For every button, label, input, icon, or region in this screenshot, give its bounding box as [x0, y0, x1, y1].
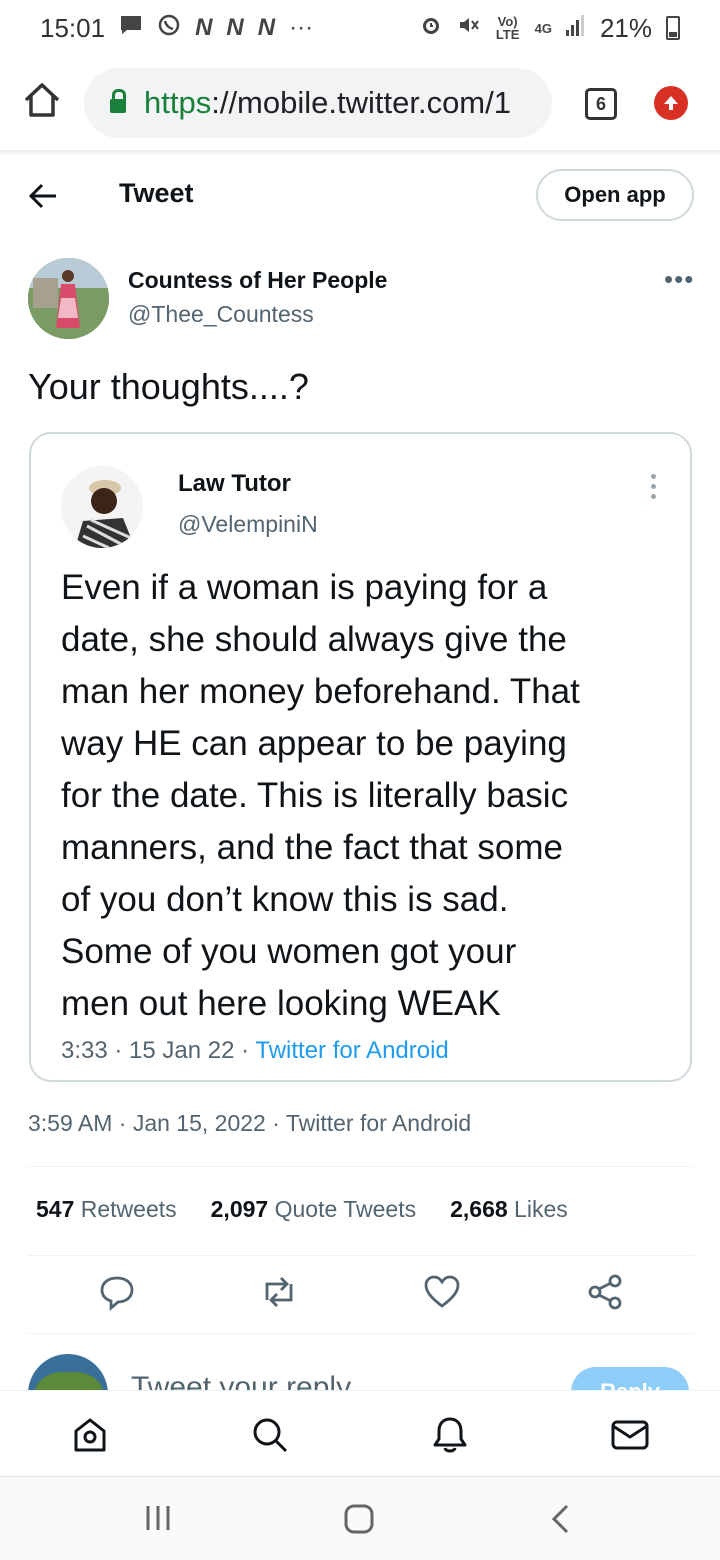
share-icon[interactable]: [585, 1272, 625, 1312]
tweet-text: Your thoughts....?: [28, 366, 309, 407]
home-system-icon[interactable]: [343, 1503, 375, 1540]
likes-stat[interactable]: 2,668 Likes: [450, 1196, 568, 1223]
messages-icon[interactable]: [610, 1415, 650, 1455]
mute-icon: [457, 13, 481, 44]
quoted-author-handle: @VelempiniN: [178, 511, 318, 537]
author-handle[interactable]: @Thee_Countess: [128, 301, 314, 328]
volte-indicator: Vo) LTE: [495, 14, 520, 42]
back-arrow-icon[interactable]: [28, 180, 58, 219]
quote-tweets-label: Quote Tweets: [274, 1196, 417, 1222]
divider: [28, 1333, 694, 1334]
divider: [28, 1255, 694, 1256]
home-icon[interactable]: [22, 80, 62, 120]
message-icon: [119, 14, 143, 43]
tabs-icon[interactable]: 6: [585, 88, 617, 120]
news-n-icon-1: N: [195, 14, 213, 41]
retweets-label: Retweets: [80, 1196, 177, 1222]
quoted-tweet-image[interactable]: Law Tutor @VelempiniN Even if a woman is…: [29, 432, 692, 1082]
recent-apps-icon[interactable]: [145, 1503, 171, 1538]
like-icon[interactable]: [422, 1272, 462, 1312]
quoted-tweet-text: Even if a woman is paying for a date, sh…: [61, 562, 676, 1030]
user-avatar: [28, 1354, 108, 1390]
retweet-icon[interactable]: [259, 1272, 299, 1312]
address-bar[interactable]: https://mobile.twitter.com/1: [84, 68, 552, 138]
url-scheme: https: [144, 85, 212, 120]
likes-count: 2,668: [450, 1196, 508, 1222]
quoted-line: way HE can appear to be paying: [61, 724, 567, 763]
tweet-timestamp: 3:59 AM · Jan 15, 2022 · Twitter for And…: [28, 1110, 472, 1136]
quoted-line: manners, and the fact that some: [61, 828, 563, 867]
tweet-actions: [0, 1272, 720, 1318]
quoted-tweet-meta: 3:33 · 15 Jan 22 · Twitter for Android: [61, 1037, 449, 1065]
author-name[interactable]: Countess of Her People: [128, 267, 387, 294]
tweet-header: Tweet Open app: [0, 162, 720, 228]
quoted-time: 3:33 · 15 Jan 22 ·: [61, 1037, 256, 1064]
reply-icon[interactable]: [97, 1272, 137, 1312]
retweets-count: 547: [36, 1196, 75, 1222]
url-text: ://mobile.twitter.com/1: [211, 85, 511, 120]
divider: [28, 1166, 694, 1167]
news-n-icon-2: N: [226, 14, 244, 41]
search-icon[interactable]: [250, 1415, 290, 1455]
bottom-navigation: [0, 1390, 720, 1476]
system-navigation-bar: [0, 1476, 720, 1560]
battery-icon: [666, 16, 680, 40]
reply-composer: Tweet your reply Reply: [0, 1345, 720, 1390]
retweets-stat[interactable]: 547 Retweets: [36, 1196, 177, 1223]
lock-icon: [110, 89, 126, 113]
quote-tweets-count: 2,097: [210, 1196, 269, 1222]
status-time: 15:01: [40, 12, 106, 43]
signal-icon: [565, 14, 586, 43]
whatsapp-icon: [157, 13, 181, 44]
browser-toolbar: https://mobile.twitter.com/1 6: [0, 56, 720, 152]
status-bar: 15:01 N N N ··· Vo) LTE 4G 21%: [0, 0, 720, 56]
quoted-more-icon: [651, 474, 659, 504]
quoted-author-avatar: [61, 466, 143, 548]
page-title: Tweet: [119, 178, 194, 208]
tweet-stats: 547 Retweets 2,097 Quote Tweets 2,668 Li…: [36, 1196, 568, 1223]
reply-input[interactable]: Tweet your reply: [131, 1371, 351, 1390]
quoted-line: Even if a woman is paying for a: [61, 568, 548, 607]
alarm-icon: [419, 13, 443, 44]
battery-percent: 21%: [599, 12, 652, 43]
quoted-line: for the date. This is literally basic: [61, 776, 569, 815]
quoted-author-name: Law Tutor: [178, 470, 291, 497]
network-indicator: 4G: [534, 20, 552, 36]
quoted-line: men out here looking WEAK: [61, 984, 501, 1023]
quoted-line: of you don’t know this is sad.: [61, 880, 509, 919]
quoted-line: date, she should always give the: [61, 620, 567, 659]
home-tab-icon[interactable]: [70, 1415, 110, 1455]
news-n-icon-3: N: [257, 14, 276, 41]
update-icon[interactable]: [654, 86, 688, 120]
more-notifications-icon: ···: [289, 14, 314, 41]
quote-tweets-stat[interactable]: 2,097 Quote Tweets: [211, 1196, 416, 1223]
back-system-icon[interactable]: [549, 1503, 571, 1540]
quoted-line: Some of you women got your: [61, 932, 517, 971]
toolbar-shadow: [0, 150, 720, 156]
notifications-icon[interactable]: [430, 1415, 470, 1455]
reply-button[interactable]: Reply: [571, 1367, 689, 1390]
more-options-icon[interactable]: •••: [664, 264, 694, 295]
author-avatar[interactable]: [28, 258, 109, 339]
quoted-source: Twitter for Android: [255, 1037, 449, 1064]
open-app-button[interactable]: Open app: [536, 169, 694, 221]
likes-label: Likes: [514, 1196, 568, 1222]
quoted-line: man her money beforehand. That: [61, 672, 580, 711]
